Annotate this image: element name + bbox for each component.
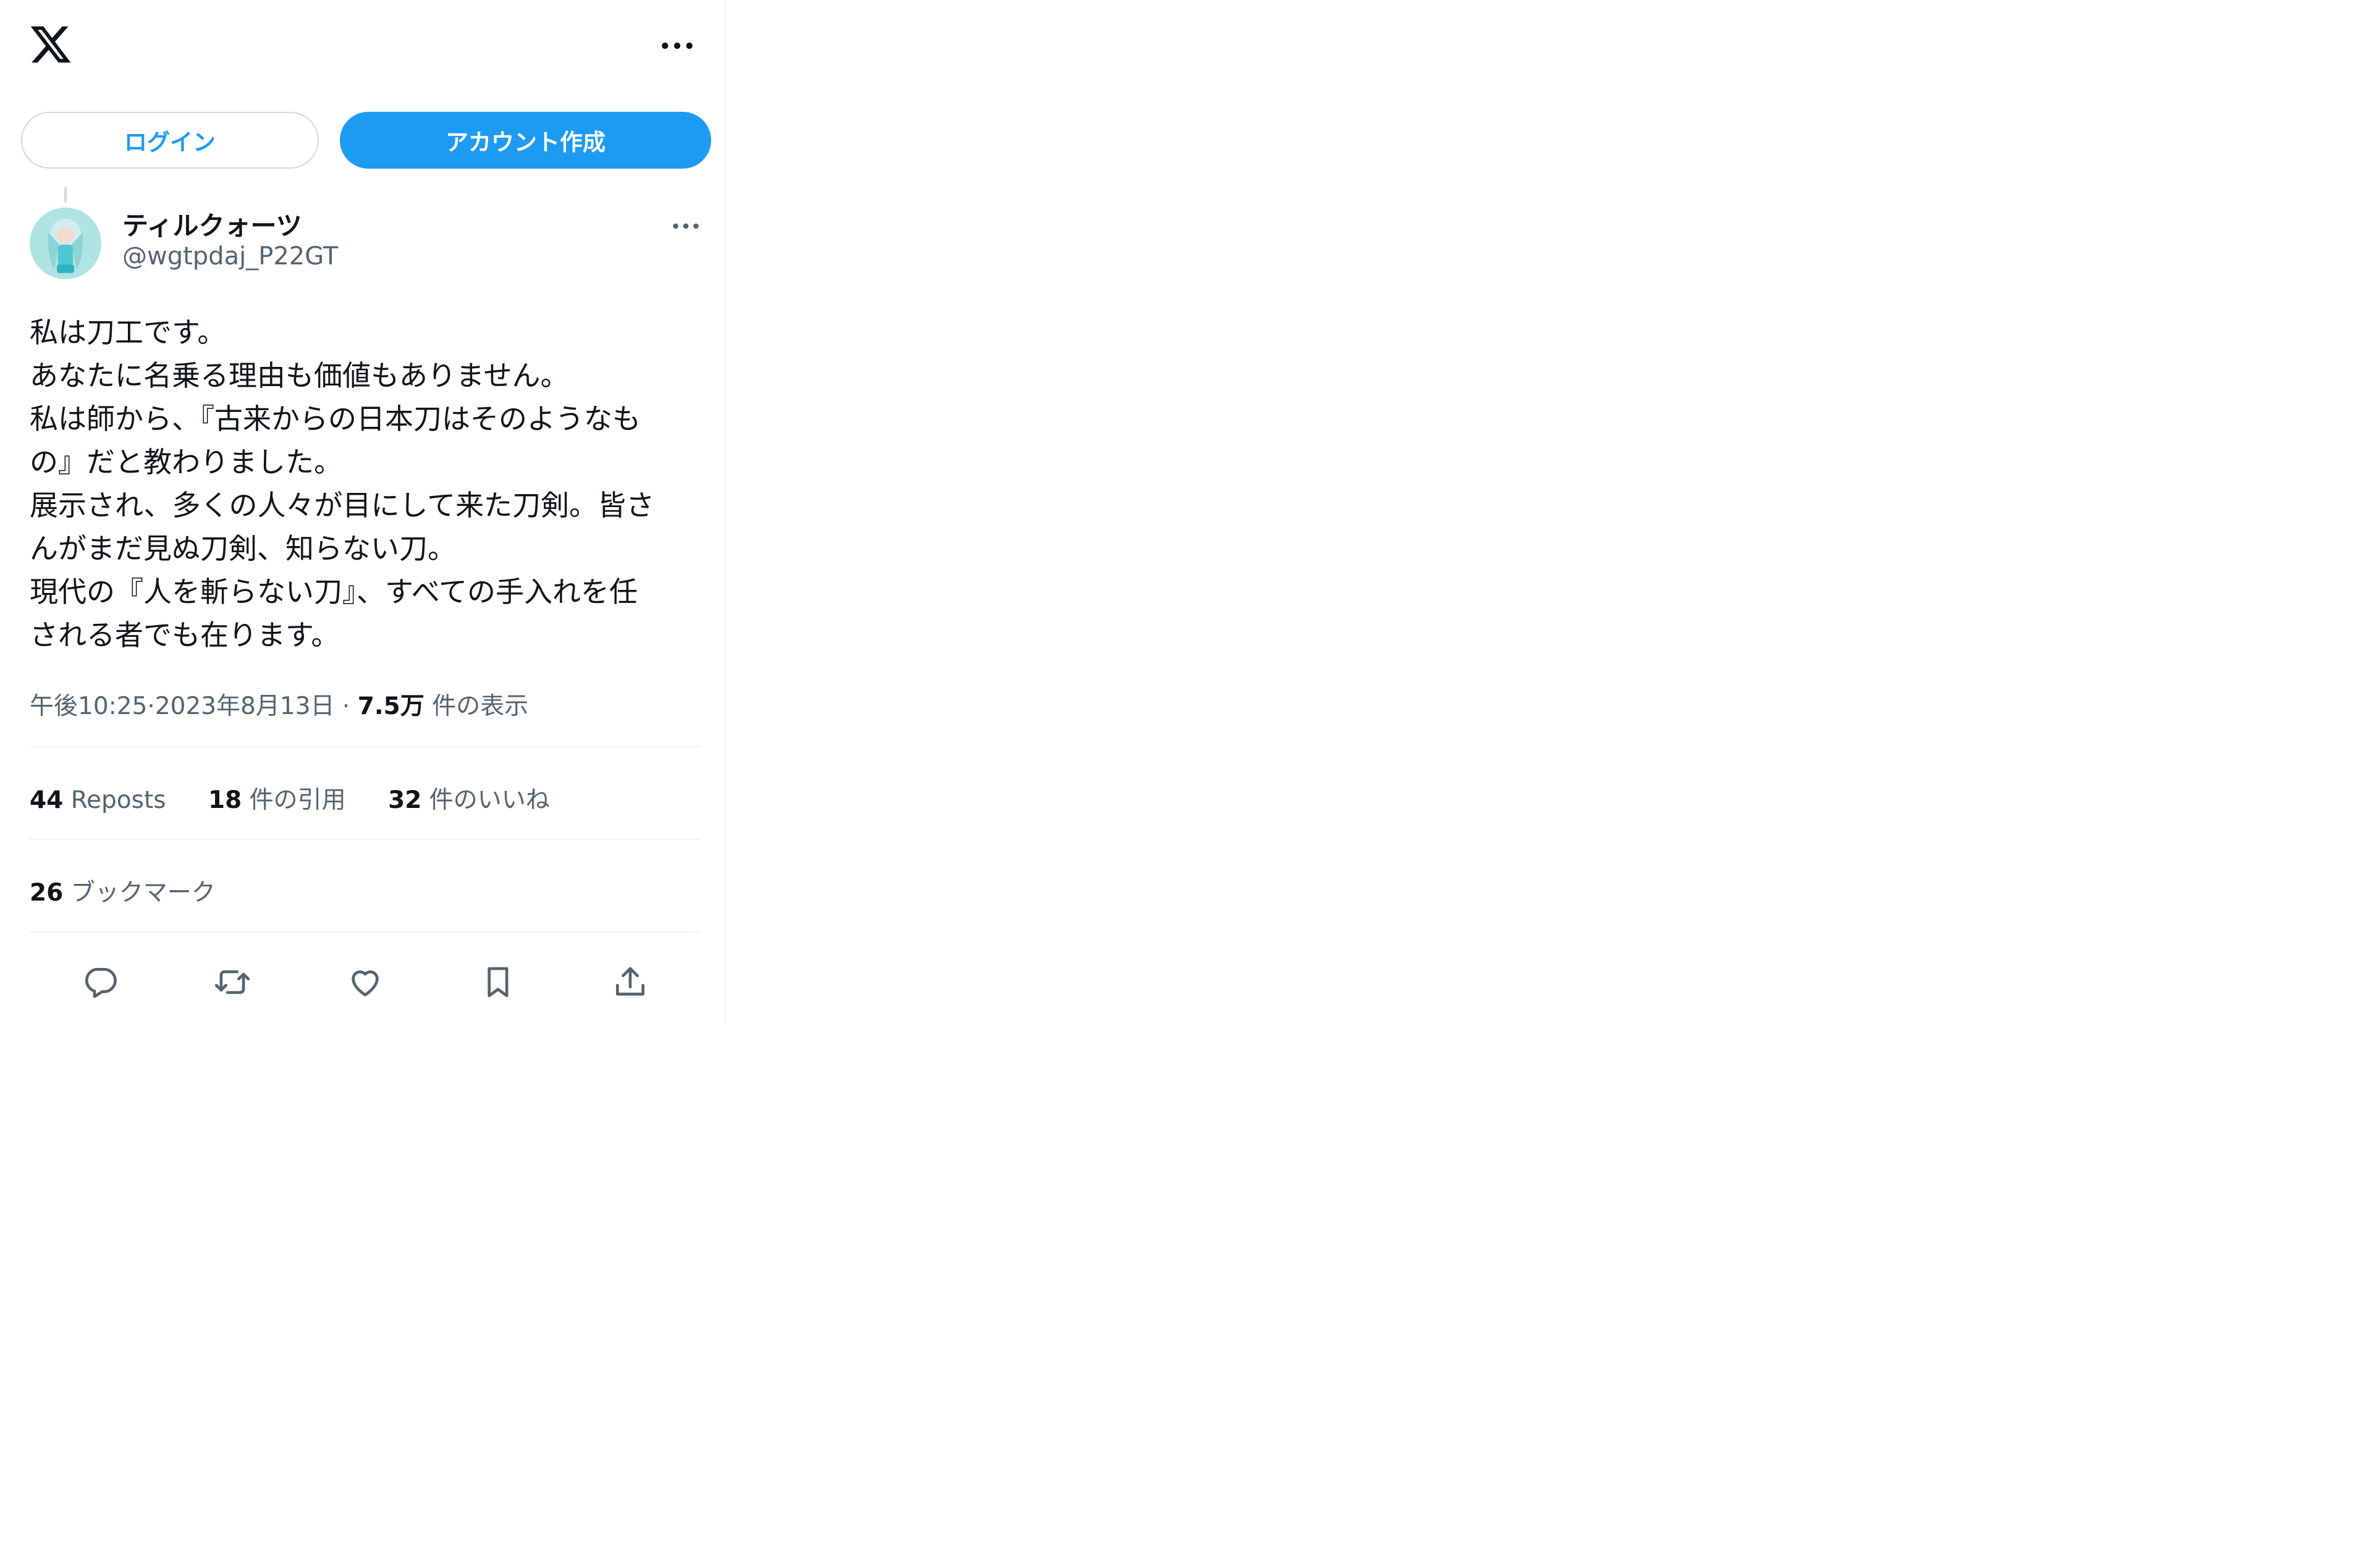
reposts-count: 44 bbox=[30, 786, 64, 814]
avatar[interactable] bbox=[30, 208, 101, 279]
tweet-text-line: 私は師から、『古来からの日本刀はそのようなも bbox=[30, 402, 641, 435]
bookmarks-label: ブックマーク bbox=[70, 879, 216, 907]
meta-separator: · bbox=[147, 692, 155, 720]
tweet-date[interactable]: 2023年8月13日 bbox=[155, 692, 335, 720]
tweet-text: 私は刀工です。 あなたに名乗る理由も価値もありません。 私は師から、『古来からの… bbox=[30, 311, 709, 657]
thread-connector-line bbox=[64, 187, 67, 203]
author-handle[interactable]: @wgtpdaj_P22GT bbox=[122, 242, 338, 271]
signup-button[interactable]: アカウント作成 bbox=[340, 112, 711, 169]
tweet-more-icon[interactable] bbox=[666, 214, 706, 238]
tweet-time[interactable]: 午後10:25 bbox=[30, 692, 147, 720]
reply-icon[interactable] bbox=[74, 956, 126, 1008]
repost-icon[interactable] bbox=[206, 956, 258, 1008]
likes-label: 件のいいね bbox=[429, 786, 550, 814]
tweet-text-line: 展示され、多くの人々が目にして来た刀剣。皆さ bbox=[30, 489, 655, 522]
tweet-text-line: の』だと教わりました。 bbox=[30, 445, 342, 479]
tweet-text-line: んがまだ見ぬ刀剣、知らない刀。 bbox=[30, 532, 456, 565]
bookmark-icon[interactable] bbox=[472, 956, 524, 1008]
divider bbox=[30, 931, 701, 933]
bookmarks-count: 26 bbox=[30, 879, 64, 907]
tweet-meta: 午後10:25·2023年8月13日 · 7.5万 件の表示 bbox=[30, 687, 528, 721]
divider bbox=[30, 746, 701, 747]
share-icon[interactable] bbox=[604, 956, 656, 1008]
views-count: 7.5万 bbox=[357, 692, 424, 720]
login-button[interactable]: ログイン bbox=[21, 112, 319, 169]
reposts-stat[interactable]: 44 Reposts bbox=[30, 786, 166, 814]
quotes-stat[interactable]: 18 件の引用 bbox=[208, 786, 346, 814]
divider bbox=[30, 839, 701, 840]
engagement-stats: 44 Reposts 18 件の引用 32 件のいいね bbox=[30, 781, 584, 815]
tweet-text-line: 私は刀工です。 bbox=[30, 316, 226, 349]
tweet-text-line: される者でも在ります。 bbox=[30, 618, 340, 652]
tweet-text-line: 現代の『人を斬らない刀』、すべての手入れを任 bbox=[30, 575, 638, 608]
like-icon[interactable] bbox=[339, 956, 391, 1008]
meta-separator: · bbox=[342, 692, 350, 720]
more-horizontal-icon[interactable] bbox=[657, 32, 697, 59]
quotes-label: 件の引用 bbox=[249, 786, 346, 814]
quotes-count: 18 bbox=[208, 786, 242, 814]
author-display-name[interactable]: ティルクォーツ bbox=[122, 205, 302, 243]
tweet-column: ログイン アカウント作成 ティルクォーツ @wgtpdaj_P22GT 私は刀工… bbox=[0, 0, 726, 1024]
tweet-text-line: あなたに名乗る理由も価値もありません。 bbox=[30, 359, 569, 392]
reposts-label: Reposts bbox=[70, 786, 166, 814]
likes-count: 32 bbox=[388, 786, 422, 814]
views-label: 件の表示 bbox=[432, 692, 529, 720]
action-bar bbox=[30, 956, 701, 1008]
likes-stat[interactable]: 32 件のいいね bbox=[388, 786, 550, 814]
x-logo-icon[interactable] bbox=[28, 22, 73, 67]
bookmarks-stat[interactable]: 26 ブックマーク bbox=[30, 873, 216, 908]
